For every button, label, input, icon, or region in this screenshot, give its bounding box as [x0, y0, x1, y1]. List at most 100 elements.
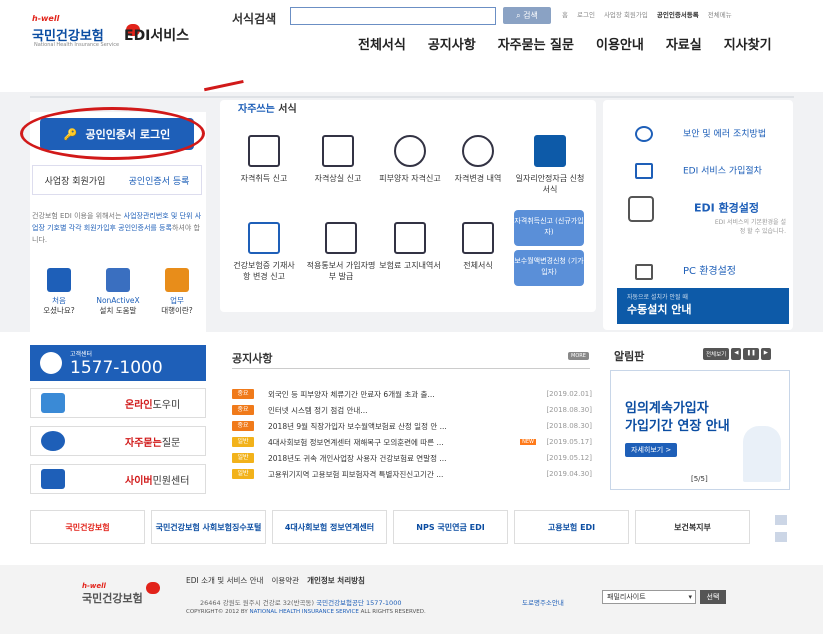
service-title: EDI서비스	[124, 28, 190, 44]
notice-text: 2018년도 귀속 개인사업장 사용자 건강보험료 연말정 ...	[268, 453, 447, 463]
next-icon[interactable]: ▶	[760, 348, 771, 360]
nav-notice[interactable]: 공지사항	[428, 34, 476, 53]
notice-item[interactable]: 일반 고용위기지역 고용보험 피보험자격 특별자진신고기간 ... [2019.…	[232, 466, 592, 482]
cyber-center-link[interactable]: 사이버 민원센터	[30, 464, 206, 494]
people-icon	[165, 268, 189, 292]
first-visit-label1: 처음	[52, 296, 66, 305]
notice-more-button[interactable]: MORE	[568, 352, 589, 360]
pause-icon[interactable]: ❚❚	[743, 348, 759, 360]
nhis-logo[interactable]: h-well 국민건강보험 National Health Insurance …	[32, 14, 140, 48]
prev-icon[interactable]: ◀	[731, 348, 742, 360]
form-premium[interactable]: 보험료 고지내역서	[378, 222, 442, 271]
partner-collection-portal[interactable]: 국민건강보험 사회보험징수포털	[151, 510, 266, 544]
manual-install-sub: 자동으로 설치가 안될 때	[627, 294, 688, 301]
pc-settings-label: PC 환경설정	[683, 266, 736, 277]
form-card-change-label: 건강보험증 기재사항 변경 신고	[233, 261, 295, 281]
partner-employment-edi[interactable]: 고용보험 EDI	[514, 510, 629, 544]
document-edit-icon	[248, 135, 280, 167]
helper-person-icon	[41, 393, 65, 413]
notice-text: 고용위기지역 고용보험 피보험자격 특별자진신고기간 ...	[268, 469, 444, 479]
notice-date: [2019.04.30]	[546, 470, 592, 478]
online-helper-link[interactable]: 온라인 도우미	[30, 388, 206, 418]
form-acquire[interactable]: 자격취득 신고	[232, 135, 296, 184]
notice-item[interactable]: 중요 인터넷 시스템 정기 점검 안내... [2018.08.30]	[232, 402, 592, 418]
hero-divider	[30, 96, 794, 98]
form-dependent[interactable]: 피부양자 자격신고	[378, 135, 442, 184]
form-acquire-label: 자격취득 신고	[240, 174, 288, 183]
form-card-change[interactable]: 건강보험증 기재사항 변경 신고	[232, 222, 296, 282]
notice-badge: 중요	[232, 405, 254, 415]
form-dependent-label: 피부양자 자격신고	[379, 174, 441, 183]
footer-link-privacy[interactable]: 개인정보 처리방침	[307, 575, 365, 586]
form-job-fund-label: 일자리안정자금 신청서식	[515, 174, 585, 194]
footer-copy-post: ALL RIGHTS RESERVED.	[358, 609, 426, 615]
new-subscriber-button[interactable]: 자격취득신고 (신규가입자)	[514, 210, 584, 246]
callcenter-label: 고객센터	[70, 350, 93, 358]
faq-link[interactable]: 자주묻는 질문	[30, 426, 206, 456]
footer-logo-name: 국민건강보험	[82, 592, 143, 605]
search-button[interactable]: ⌕ 검색	[503, 7, 551, 24]
notice-date: [2019.05.17]	[546, 438, 592, 446]
search-input[interactable]	[290, 7, 496, 25]
form-notice-issue[interactable]: 적용통보서 가입자명부 발급	[306, 222, 376, 282]
notice-date: [2018.08.30]	[546, 406, 592, 414]
form-change[interactable]: 자격변경 내역	[446, 135, 510, 184]
nav-guide[interactable]: 이용안내	[596, 34, 644, 53]
printer-icon	[325, 222, 357, 254]
cyber-center-rest: 민원센터	[152, 475, 190, 487]
online-helper-hl: 온라인	[125, 399, 153, 411]
form-all[interactable]: 전체서식	[446, 222, 510, 271]
alarm-banner[interactable]: 임의계속가입자 가입기간 연장 안내 자세히보기 > [5/5]	[610, 370, 790, 490]
notice-item[interactable]: 중요 2018년 9월 직장가입자 보수월액보험료 산정 일정 안 ... [2…	[232, 418, 592, 434]
chevron-down-icon[interactable]	[775, 532, 787, 542]
pc-settings-link[interactable]: PC 환경설정	[635, 262, 736, 280]
alarm-view-all-button[interactable]: 전체보기	[703, 348, 730, 360]
family-site-go-button[interactable]: 선택	[700, 590, 726, 604]
online-helper-rest: 도우미	[152, 399, 181, 411]
family-icon	[394, 135, 426, 167]
util-link-join[interactable]: 사업장 회원가입	[604, 9, 648, 19]
form-job-fund[interactable]: 일자리안정자금 신청서식	[514, 135, 586, 195]
util-link-home[interactable]: 홈	[562, 9, 568, 19]
notice-item[interactable]: 중요 외국인 등 피부양자 체류기간 만료자 6개월 초과 출... [2019…	[232, 386, 592, 402]
road-address-link[interactable]: 도로명주소안내	[522, 597, 564, 607]
form-loss[interactable]: 자격상실 신고	[306, 135, 370, 184]
register-member-link[interactable]: 사업장 회원가입	[33, 174, 117, 187]
security-error-link[interactable]: 보안 및 에러 조치방법	[635, 126, 766, 142]
util-link-login[interactable]: 로그인	[577, 9, 595, 19]
register-cert-link[interactable]: 공인인증서 등록	[117, 174, 201, 187]
footer-link-terms[interactable]: 이용약관	[271, 575, 299, 586]
nav-library[interactable]: 자료실	[666, 34, 702, 53]
notice-item[interactable]: 일반 2018년도 귀속 개인사업장 사용자 건강보험료 연말정 ... [20…	[232, 450, 592, 466]
footer-copy-hl: NATIONAL HEALTH INSURANCE SERVICE	[249, 609, 359, 615]
first-visit-link[interactable]: 처음 오셨나요?	[32, 268, 86, 316]
util-link-cert[interactable]: 공인인증서등록	[657, 9, 699, 19]
footer-links: EDI 소개 및 서비스 안내 이용약관 개인정보 처리방침	[186, 575, 365, 586]
nav-all-forms[interactable]: 전체서식	[358, 34, 406, 53]
chevron-up-icon[interactable]	[775, 515, 787, 525]
footer-link-intro[interactable]: EDI 소개 및 서비스 안내	[186, 575, 263, 586]
partner-mohw[interactable]: 보건복지부	[635, 510, 750, 544]
notice-badge: 중요	[232, 421, 254, 431]
nonactivex-link[interactable]: NonActiveX 설치 도움말	[91, 268, 145, 316]
partner-nps-edi[interactable]: NPS 국민연금 EDI	[393, 510, 508, 544]
family-site-select[interactable]: 패밀리사이트 ▾	[602, 590, 696, 604]
nonactivex-label2: 설치 도움말	[99, 306, 137, 315]
agency-link[interactable]: 업무 대행이란?	[150, 268, 204, 316]
partner-nhis[interactable]: 국민건강보험	[30, 510, 145, 544]
partner-4insurance[interactable]: 4대사회보험 정보연계센터	[272, 510, 387, 544]
notice-date: [2018.08.30]	[546, 422, 592, 430]
edi-join-link[interactable]: EDI 서비스 가입절차	[635, 163, 762, 179]
util-link-allmenu[interactable]: 전체메뉴	[708, 9, 732, 19]
salary-change-button[interactable]: 보수월액변경신청 (기가입자)	[514, 250, 584, 286]
fav-title-prefix: 자주쓰는	[238, 104, 275, 115]
form-premium-label: 보험료 고지내역서	[379, 261, 441, 270]
faq-rest: 질문	[161, 437, 181, 449]
favorite-forms-title: 자주쓰는 서식	[238, 100, 297, 115]
manual-install-banner[interactable]: 자동으로 설치가 안될 때 수동설치 안내	[617, 288, 789, 324]
nav-branch[interactable]: 지사찾기	[724, 34, 772, 53]
alarm-detail-button[interactable]: 자세히보기 >	[625, 443, 678, 457]
nav-faq[interactable]: 자주묻는 질문	[498, 34, 574, 53]
notice-item[interactable]: 일반 4대사회보험 정보연계센터 재해복구 모의훈련에 따른 ... NEW […	[232, 434, 592, 450]
faq-hl: 자주묻는	[125, 437, 162, 449]
